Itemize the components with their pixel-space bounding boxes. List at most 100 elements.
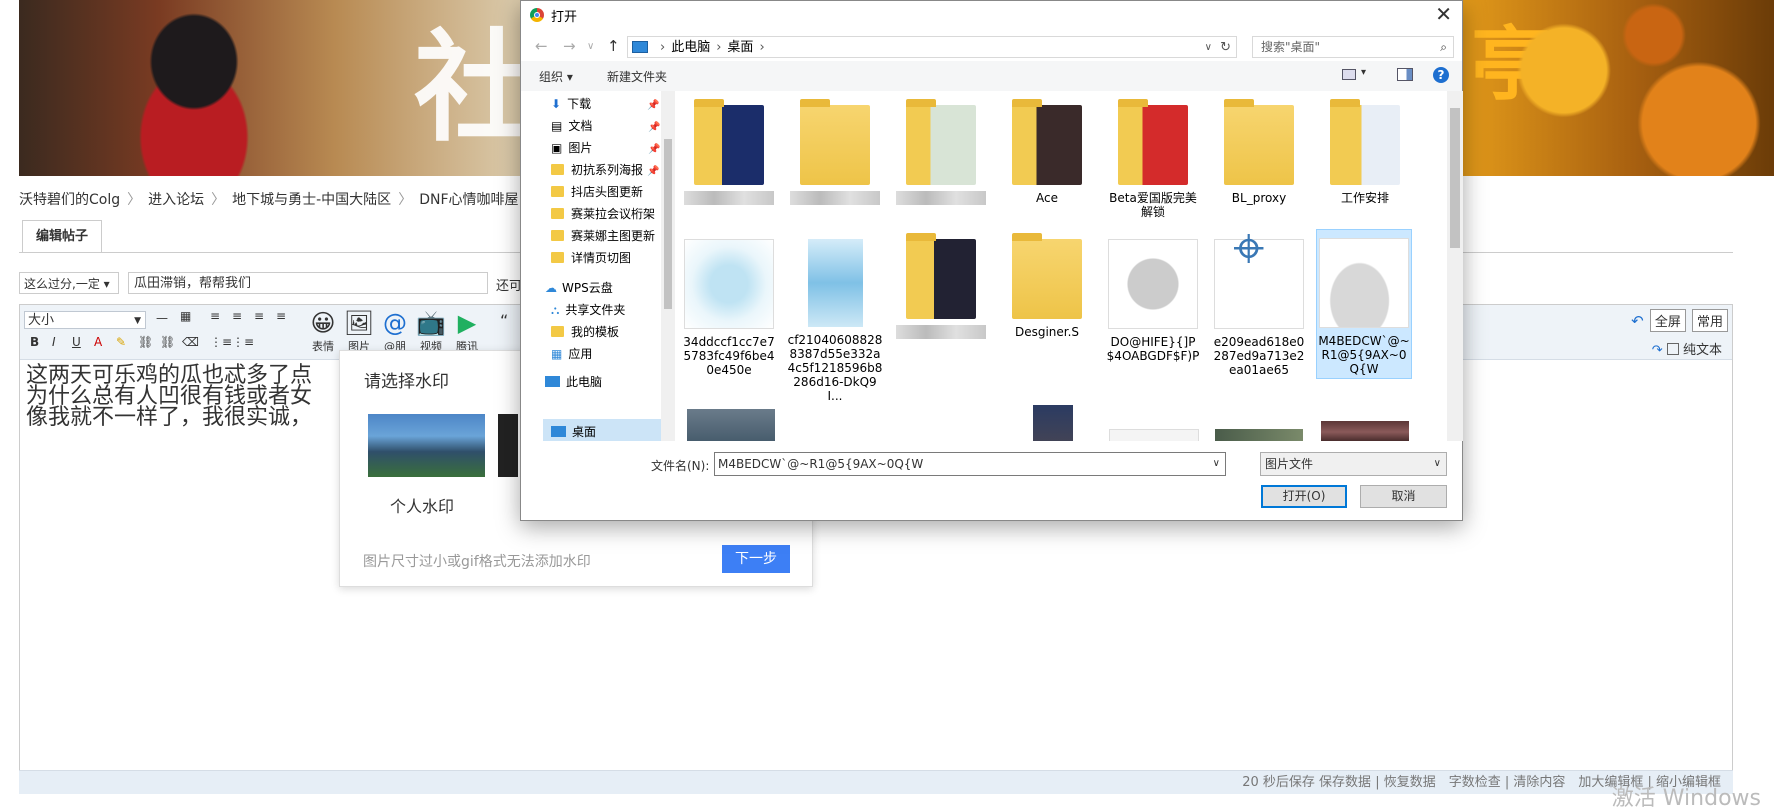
quote-icon[interactable]: “ (500, 311, 508, 330)
image-button[interactable]: 🖼 图片 (342, 308, 376, 354)
nav-item-templates[interactable]: 我的模板 (551, 321, 619, 343)
image-thumbnail[interactable] (687, 409, 775, 441)
nav-item-folder[interactable]: 赛莱娜主图更新 (551, 225, 655, 247)
video-button[interactable]: 📺 视频 (414, 308, 448, 354)
common-mode-button[interactable]: 常用 (1691, 309, 1728, 332)
mention-button[interactable]: @ @朋 (378, 308, 412, 354)
file-item[interactable]: Ace (999, 97, 1095, 205)
clear-format-icon[interactable]: ⌫ (182, 335, 199, 349)
address-bar[interactable]: › 此电脑 › 桌面 › ∨ ↻ (627, 36, 1237, 58)
breadcrumb-item[interactable]: 进入论坛 (148, 189, 204, 209)
align-center-icon[interactable]: ≡ (232, 309, 242, 323)
dialog-titlebar[interactable]: 打开 ✕ (521, 1, 1462, 29)
recent-dropdown-icon[interactable]: ∨ (587, 41, 594, 52)
ordered-list-icon[interactable]: ⋮≡ (210, 335, 232, 349)
nav-item-wps-cloud[interactable]: ☁ WPS云盘 (545, 277, 613, 299)
breadcrumb-item[interactable]: DNF心情咖啡屋 (419, 189, 518, 209)
nav-item-folder[interactable]: 赛莱拉会议桁架 (551, 203, 655, 225)
next-step-button[interactable]: 下一步 (722, 545, 790, 573)
forward-arrow-icon[interactable]: → (563, 37, 576, 55)
horizontal-rule-icon[interactable]: — (156, 311, 168, 325)
file-item[interactable]: Beta爱国版完美解锁 (1105, 97, 1201, 219)
watermark-preview-personal[interactable] (368, 414, 485, 477)
unlink-icon[interactable]: ⛓ (160, 335, 175, 349)
help-icon[interactable]: ? (1433, 67, 1449, 83)
filename-input[interactable]: M4BEDCW`@~R1@5{9AX~0Q{W ∨ (714, 452, 1226, 476)
nav-item-pictures[interactable]: ▣ 图片 📌 (551, 137, 661, 159)
view-mode-icon[interactable] (1342, 69, 1356, 80)
link-icon[interactable]: ⛓ (138, 335, 153, 349)
nav-item-this-pc[interactable]: 此电脑 (545, 371, 602, 393)
nav-item-shared[interactable]: ⛬ 共享文件夹 (551, 299, 625, 321)
category-select[interactable]: 这么过分,一定 ▾ (19, 272, 119, 294)
organize-menu[interactable]: 组织 ▾ (539, 68, 573, 85)
fullscreen-button[interactable]: 全屏 (1649, 309, 1686, 332)
table-icon[interactable]: ▦ (180, 309, 191, 323)
file-item[interactable]: ⌖ e209ead618e0287ed9a713e2ea01ae65 (1211, 221, 1307, 378)
file-item[interactable]: cf210406088288387d55e332a4c5f1218596b828… (787, 231, 883, 403)
chevron-down-icon[interactable]: ∨ (1213, 453, 1220, 475)
image-thumbnail[interactable] (1033, 405, 1073, 441)
file-item[interactable]: BL_proxy (1211, 97, 1307, 205)
watermark-personal-label[interactable]: 个人水印 (390, 493, 454, 517)
highlight-icon[interactable]: ✎ (116, 335, 126, 349)
plain-text-checkbox[interactable] (1666, 343, 1679, 355)
address-dropdown-icon[interactable]: ∨ (1205, 37, 1212, 59)
breadcrumb-item[interactable]: 沃特碧们的Colg (19, 189, 120, 209)
image-thumbnail[interactable] (1109, 429, 1199, 441)
file-item[interactable]: Desginer.S (999, 231, 1095, 339)
breadcrumb-item[interactable]: 地下城与勇士-中国大陆区 (232, 189, 391, 209)
file-item[interactable] (787, 97, 883, 205)
bold-icon[interactable]: B (30, 335, 39, 349)
search-input[interactable]: 搜索"桌面" ⌕ (1252, 36, 1454, 58)
nav-item-apps[interactable]: ▦ 应用 (551, 343, 592, 365)
open-button[interactable]: 打开(O) (1261, 485, 1347, 508)
preview-pane-icon[interactable] (1397, 68, 1413, 81)
nav-item-desktop[interactable]: 桌面 (551, 421, 596, 443)
file-item[interactable]: 34ddccf1cc7e75783fc49f6be40e450e (681, 231, 777, 377)
tencent-video-button[interactable]: ▶ 腾讯 (450, 308, 484, 354)
nav-item-downloads[interactable]: ⬇ 下载 📌 (551, 93, 660, 115)
filetype-select[interactable]: 图片文件 ∨ (1260, 452, 1447, 476)
align-left-icon[interactable]: ≡ (210, 309, 220, 323)
emoji-button[interactable]: 😀 表情 (306, 308, 340, 354)
search-icon[interactable]: ⌕ (1440, 37, 1447, 57)
refresh-icon[interactable]: ↻ (1220, 37, 1231, 59)
close-icon[interactable]: ✕ (1435, 2, 1452, 26)
file-item[interactable] (893, 231, 989, 339)
unordered-list-icon[interactable]: ⋮≡ (232, 335, 254, 349)
file-item-selected[interactable]: M4BEDCW`@~R1@5{9AX~0Q{W (1316, 229, 1412, 379)
file-scrollbar-thumb[interactable] (1450, 108, 1460, 248)
redo-icon[interactable]: ↷ (1652, 343, 1663, 358)
cancel-button[interactable]: 取消 (1360, 485, 1447, 508)
chevron-down-icon[interactable]: ∨ (1434, 453, 1441, 475)
file-item[interactable] (681, 97, 777, 205)
file-item[interactable] (893, 97, 989, 205)
nav-item-folder[interactable]: 抖店头图更新 (551, 181, 643, 203)
plain-text-toggle[interactable]: ↷ 纯文本 (1652, 339, 1722, 358)
file-item[interactable]: DO@HIFE}{]P$4OABGDF$F)P (1105, 231, 1201, 363)
font-color-icon[interactable]: A (94, 335, 102, 349)
nav-item-folder[interactable]: 详情页切图 (551, 247, 631, 269)
underline-icon[interactable]: U (72, 335, 81, 349)
view-dropdown-icon[interactable]: ▾ (1361, 67, 1366, 78)
nav-item-folder[interactable]: 初抗系列海报 📌 (551, 159, 659, 181)
italic-icon[interactable]: I (52, 335, 56, 349)
watermark-preview-other[interactable] (498, 414, 518, 477)
nav-scrollbar-thumb[interactable] (664, 139, 672, 309)
up-arrow-icon[interactable]: ↑ (607, 37, 620, 55)
new-folder-button[interactable]: 新建文件夹 (607, 68, 667, 85)
image-thumbnail[interactable] (1215, 429, 1303, 441)
align-right-icon[interactable]: ≡ (254, 309, 264, 323)
back-arrow-icon[interactable]: ← (535, 37, 548, 55)
file-item[interactable]: 工作安排 (1317, 97, 1413, 205)
address-segment[interactable]: 此电脑 (671, 40, 710, 55)
undo-icon[interactable]: ↶ (1631, 312, 1644, 330)
font-size-select[interactable]: 大小 ▼ (24, 311, 146, 329)
align-justify-icon[interactable]: ≡ (276, 309, 286, 323)
tab-edit-post[interactable]: 编辑帖子 (22, 220, 102, 253)
nav-item-documents[interactable]: ▤ 文档 📌 (551, 115, 661, 137)
address-segment[interactable]: 桌面 (727, 40, 753, 55)
editor-content[interactable]: 这两天可乐鸡的瓜也忒多了点 为什么总有人凹很有钱或者女 像我就不一样了，我很实诚， (26, 365, 312, 429)
post-title-input[interactable]: 瓜田滞销，帮帮我们 (128, 272, 488, 294)
